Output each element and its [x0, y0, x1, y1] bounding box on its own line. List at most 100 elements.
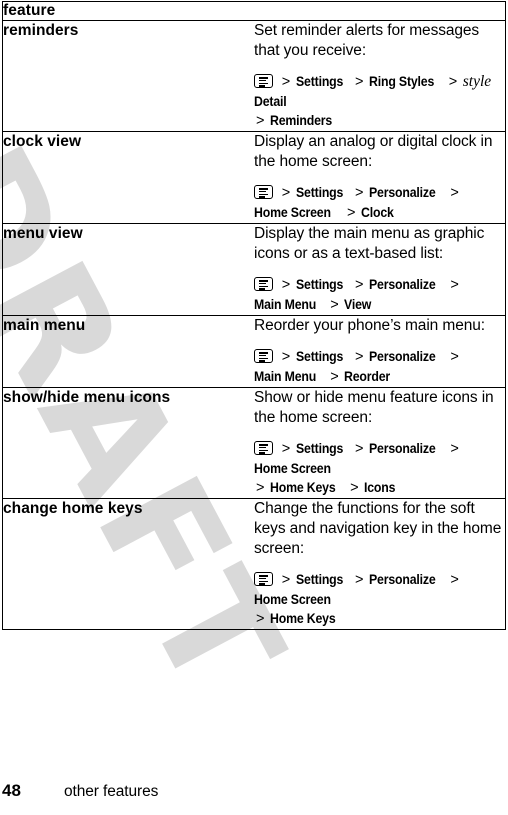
path-separator: >: [448, 74, 458, 90]
path-separator: >: [450, 349, 459, 365]
menu-path-crumb: Personalize: [369, 276, 436, 292]
menu-key-icon: [254, 277, 273, 291]
column-header-feature: feature: [2, 1, 506, 21]
menu-path-crumb: Detail: [254, 93, 287, 109]
menu-path-line: > Settings > Personalize > Home Screen: [254, 570, 505, 609]
path-separator: >: [330, 369, 339, 385]
path-separator: >: [355, 74, 364, 90]
menu-path: > Settings > Personalize > Home Screen >…: [254, 570, 505, 629]
menu-path-crumb: Settings: [295, 184, 343, 200]
menu-path-line: > Settings > Personalize > Home Screen: [254, 439, 505, 478]
path-separator: >: [450, 572, 459, 588]
menu-path-crumb: Home Screen: [254, 204, 331, 220]
path-separator: >: [256, 611, 265, 627]
page-footer: 48 other features: [2, 781, 158, 801]
menu-path-crumb: Settings: [295, 440, 343, 456]
menu-key-icon: [254, 74, 273, 88]
table-row: show/hide menu icons Show or hide menu fe…: [2, 387, 506, 499]
feature-description-text: Set reminder alerts for messages that yo…: [254, 22, 480, 59]
path-separator: >: [256, 480, 265, 496]
feature-term: show/hide menu icons: [2, 387, 254, 499]
menu-key-icon: [254, 572, 273, 586]
menu-path-crumb: View: [344, 296, 372, 312]
menu-path: > Settings > Ring Styles > style Detail >…: [254, 72, 505, 131]
menu-path-crumb: Clock: [360, 204, 394, 220]
menu-path-crumb: Reorder: [344, 368, 391, 384]
menu-path-crumb-italic: style: [462, 73, 492, 90]
menu-path-line: > Settings > Personalize > Home Screen >…: [254, 183, 505, 223]
table-row: menu view Display the main menu as graphi…: [2, 223, 506, 316]
menu-key-icon: [254, 185, 273, 199]
feature-description-text: Display the main menu as graphic icons o…: [254, 225, 485, 262]
path-separator: >: [281, 349, 290, 365]
feature-description-text: Show or hide menu feature icons in the h…: [254, 389, 494, 426]
feature-description-text: Display an analog or digital clock in th…: [254, 133, 493, 170]
feature-description-cell: Display the main menu as graphic icons o…: [254, 223, 506, 316]
table-row: clock view Display an analog or digital c…: [2, 131, 506, 224]
menu-path-crumb: Icons: [364, 479, 396, 495]
path-separator: >: [281, 277, 290, 293]
feature-term: main menu: [2, 315, 254, 388]
menu-path-crumb: Settings: [295, 276, 343, 292]
table-row: main menu Reorder your phone’s main menu:…: [2, 315, 506, 388]
path-separator: >: [330, 297, 339, 313]
menu-path-crumb: Home Screen: [254, 591, 331, 607]
menu-path-crumb: Ring Styles: [369, 73, 435, 89]
feature-description-text: Reorder your phone’s main menu:: [254, 317, 485, 334]
path-separator: >: [350, 480, 359, 496]
menu-path-crumb: Settings: [295, 73, 343, 89]
path-separator: >: [281, 441, 290, 457]
feature-description-cell: Reorder your phone’s main menu: > Settin…: [254, 315, 506, 388]
feature-term: change home keys: [2, 498, 254, 630]
table-row: reminders Set reminder alerts for message…: [2, 20, 506, 132]
feature-description-cell: Show or hide menu feature icons in the h…: [254, 387, 506, 499]
path-separator: >: [355, 572, 364, 588]
menu-path-crumb: Home Keys: [269, 610, 336, 626]
menu-path: > Settings > Personalize > Home Screen >…: [254, 183, 505, 223]
menu-path-crumb: Personalize: [369, 440, 436, 456]
path-separator: >: [450, 277, 459, 293]
menu-path-crumb: Personalize: [369, 184, 436, 200]
menu-path-crumb: Settings: [295, 348, 343, 364]
path-separator: >: [355, 185, 364, 201]
menu-path-line: > Reminders: [254, 111, 505, 131]
menu-path: > Settings > Personalize > Main Menu > V…: [254, 275, 505, 315]
feature-description-cell: Display an analog or digital clock in th…: [254, 131, 506, 224]
menu-path-crumb: Personalize: [369, 348, 436, 364]
menu-path-line: > Settings > Personalize > Main Menu > V…: [254, 275, 505, 315]
menu-path-crumb: Home Keys: [269, 479, 336, 495]
path-separator: >: [355, 349, 364, 365]
menu-path-line: > Home Keys > Icons: [254, 478, 505, 498]
manual-page: feature reminders Set reminder alerts for…: [0, 0, 508, 815]
footer-section-title: other features: [64, 783, 159, 800]
path-separator: >: [450, 185, 459, 201]
path-separator: >: [450, 441, 459, 457]
menu-key-icon: [254, 349, 273, 363]
path-separator: >: [281, 74, 290, 90]
menu-key-icon: [254, 441, 273, 455]
feature-table-body: feature reminders Set reminder alerts for…: [2, 1, 506, 630]
menu-path-line: > Home Keys: [254, 609, 505, 629]
page-number: 48: [2, 781, 21, 800]
menu-path: > Settings > Personalize > Main Menu > R…: [254, 347, 505, 387]
menu-path-crumb: Settings: [295, 571, 343, 587]
path-separator: >: [347, 205, 356, 221]
path-separator: >: [281, 572, 290, 588]
feature-term: menu view: [2, 223, 254, 316]
menu-path-crumb: Main Menu: [254, 296, 317, 312]
feature-description-cell: Change the functions for the soft keys a…: [254, 498, 506, 630]
menu-path-crumb: Reminders: [269, 112, 333, 128]
path-separator: >: [355, 277, 364, 293]
feature-description-text: Change the functions for the soft keys a…: [254, 500, 502, 557]
feature-term: reminders: [2, 20, 254, 132]
path-separator: >: [281, 185, 290, 201]
feature-description-cell: Set reminder alerts for messages that yo…: [254, 20, 506, 132]
table-header-row: feature: [2, 1, 506, 21]
menu-path: > Settings > Personalize > Home Screen >…: [254, 439, 505, 498]
path-separator: >: [256, 113, 265, 129]
menu-path-line: > Settings > Ring Styles > style Detail: [254, 72, 505, 111]
menu-path-line: > Settings > Personalize > Main Menu > R…: [254, 347, 505, 387]
path-separator: >: [355, 441, 364, 457]
menu-path-crumb: Personalize: [369, 571, 436, 587]
feature-term: clock view: [2, 131, 254, 224]
